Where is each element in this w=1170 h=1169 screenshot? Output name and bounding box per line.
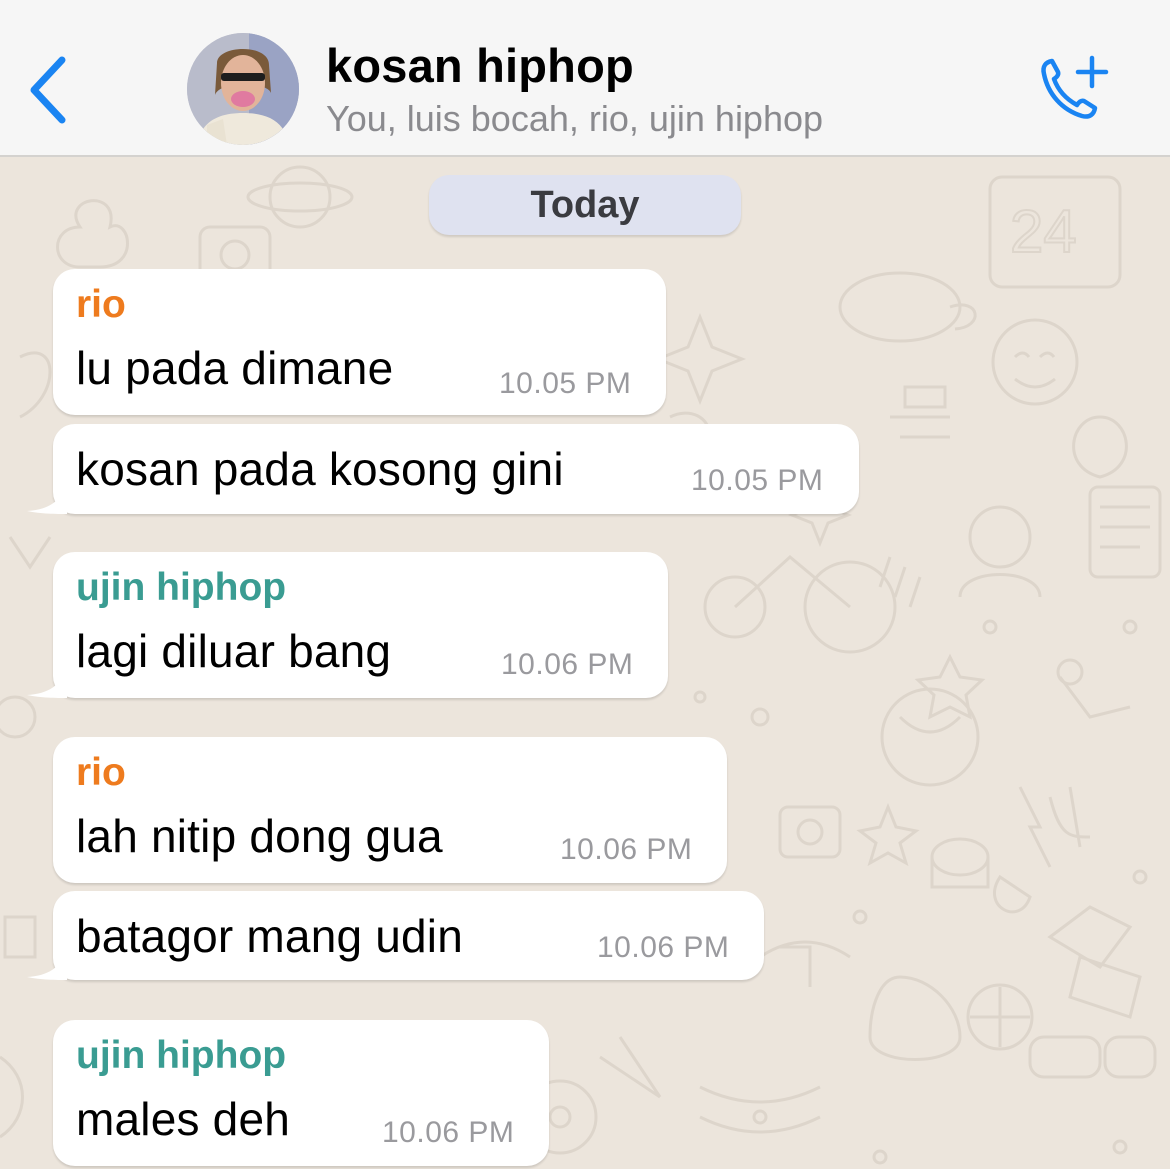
date-separator: Today [429, 175, 741, 235]
chat-area[interactable]: 24 Today rio lu pada dimane 10.05 PM kos… [0, 157, 1170, 1169]
chat-header: kosan hiphop You, luis bocah, rio, ujin … [0, 0, 1170, 157]
message-text: lah nitip dong gua [76, 810, 443, 862]
message-time: 10.05 PM [691, 464, 824, 497]
bubble-tail [27, 946, 67, 980]
message-text: males deh [76, 1093, 291, 1145]
add-call-button[interactable] [1034, 52, 1114, 128]
message-bubble[interactable]: rio lu pada dimane 10.05 PM [53, 269, 666, 415]
message-time: 10.06 PM [501, 648, 634, 681]
bubble-tail [27, 664, 67, 698]
group-avatar[interactable] [187, 33, 299, 145]
message-text: batagor mang udin [76, 910, 464, 962]
message-text: lagi diluar bang [76, 625, 392, 677]
message-sender[interactable]: ujin hiphop [76, 1034, 286, 1078]
message-time: 10.06 PM [597, 931, 730, 964]
back-button[interactable] [22, 50, 78, 130]
svg-text:24: 24 [1010, 198, 1077, 265]
group-members[interactable]: You, luis bocah, rio, ujin hiphop [326, 98, 823, 140]
chevron-left-icon [30, 56, 66, 124]
message-time: 10.05 PM [499, 367, 632, 400]
message-text: lu pada dimane [76, 342, 394, 394]
message-time: 10.06 PM [560, 833, 693, 866]
message-bubble[interactable]: rio lah nitip dong gua 10.06 PM [53, 737, 727, 883]
message-text: kosan pada kosong gini [76, 443, 564, 495]
message-time: 10.06 PM [382, 1116, 515, 1149]
bubble-tail [27, 480, 67, 514]
add-call-icon [1041, 55, 1109, 119]
message-bubble[interactable]: kosan pada kosong gini 10.05 PM [27, 424, 859, 514]
group-title[interactable]: kosan hiphop [326, 38, 634, 93]
message-sender[interactable]: rio [76, 283, 126, 327]
message-bubble[interactable]: ujin hiphop lagi diluar bang 10.06 PM [27, 552, 668, 698]
avatar-photo [187, 33, 299, 145]
message-bubble[interactable]: batagor mang udin 10.06 PM [27, 891, 764, 980]
message-sender[interactable]: rio [76, 751, 126, 795]
message-bubble[interactable]: ujin hiphop males deh 10.06 PM [53, 1020, 549, 1166]
message-sender[interactable]: ujin hiphop [76, 566, 286, 610]
